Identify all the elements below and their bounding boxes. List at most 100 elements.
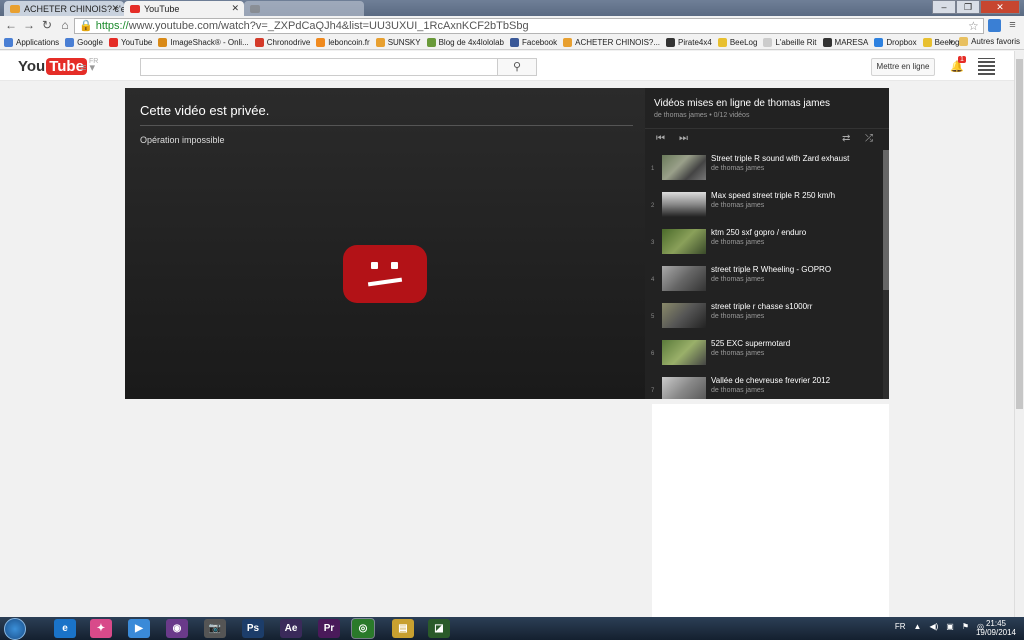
upload-button[interactable]: Mettre en ligne	[871, 58, 935, 76]
windows-taskbar: e ✦ ▶ ◉ 📷 Ps Ae Pr ◎ ▤ ◪ FR ▲ ◀) ▣ ⚑ ◎ 2…	[0, 617, 1024, 640]
bookmark-pirate4x4[interactable]: Pirate4x4	[666, 38, 712, 47]
playlist-scrollbar-thumb[interactable]	[883, 150, 889, 290]
video-title[interactable]: Vallée de chevreuse frevrier 2012	[711, 376, 830, 385]
tab-youtube[interactable]: YouTube ✕	[124, 1, 244, 16]
bookmark-google[interactable]: Google	[65, 38, 103, 47]
playlist-item[interactable]: 5 street triple r chasse s1000rr de thom…	[645, 298, 883, 332]
video-thumbnail[interactable]	[662, 377, 706, 399]
tab-close-icon[interactable]: ✕	[231, 3, 239, 14]
video-title[interactable]: street triple R Wheeling - GOPRO	[711, 265, 831, 274]
start-button[interactable]	[4, 618, 26, 640]
bookmark-imageshack[interactable]: ImageShack® - Onli...	[158, 38, 249, 47]
playlist-scrollbar[interactable]	[883, 150, 889, 399]
video-title[interactable]: Street triple R sound with Zard exhaust	[711, 154, 849, 163]
bookmark-youtube[interactable]: YouTube	[108, 38, 152, 47]
file-explorer-icon[interactable]: ▤	[392, 619, 414, 638]
private-video-title: Cette vidéo est privée.	[140, 103, 270, 118]
video-thumbnail[interactable]	[662, 155, 706, 180]
bookmark-chronodrive[interactable]: Chronodrive	[254, 38, 310, 47]
bookmark-blog-4x4[interactable]: Blog de 4x4lololab	[426, 38, 504, 47]
video-thumbnail[interactable]	[662, 303, 706, 328]
other-bookmarks-folder[interactable]: Autres favoris	[959, 37, 1020, 46]
page-scrollbar[interactable]	[1014, 51, 1024, 617]
bookmark-leboncoin[interactable]: leboncoin.fr	[316, 38, 370, 47]
shuffle-icon[interactable]: ⤮	[865, 133, 873, 144]
item-index: 6	[651, 351, 655, 357]
tray-expand-icon[interactable]: ▲	[914, 622, 922, 631]
video-title[interactable]: 525 EXC supermotard	[711, 339, 790, 348]
minimize-button[interactable]: –	[932, 0, 956, 14]
video-player[interactable]: Cette vidéo est privée. Opération imposs…	[125, 88, 645, 399]
bookmark-abeille-rit[interactable]: L'abeille Rit	[763, 38, 817, 47]
bookmark-acheter-chinois[interactable]: ACHETER CHINOIS?...	[563, 38, 660, 47]
media-center-icon[interactable]: ◉	[166, 619, 188, 638]
internet-explorer-icon[interactable]: e	[54, 619, 76, 638]
qr-code-icon[interactable]	[978, 58, 995, 75]
maximize-button[interactable]: ❐	[956, 0, 980, 14]
camera-app-icon[interactable]: 📷	[204, 619, 226, 638]
playlist-item[interactable]: 6 525 EXC supermotard de thomas james	[645, 335, 883, 369]
playlist-item[interactable]: 2 Max speed street triple R 250 km/h de …	[645, 187, 883, 221]
item-index: 3	[651, 240, 655, 246]
mouth	[367, 277, 403, 287]
video-title[interactable]: street triple r chasse s1000rr	[711, 302, 812, 311]
bookmark-facebook[interactable]: Facebook	[509, 38, 557, 47]
media-player-icon[interactable]: ▶	[128, 619, 150, 638]
nvidia-icon[interactable]: ◪	[428, 619, 450, 638]
bookmark-applications[interactable]: Applications	[4, 38, 59, 47]
address-bar[interactable]: 🔒 https://www.youtube.com/watch?v=_ZXPdCa…	[74, 18, 984, 34]
playlist-item[interactable]: 1 Street triple R sound with Zard exhaus…	[645, 150, 883, 184]
clock[interactable]: 21:45 19/09/2014	[976, 619, 1016, 637]
guide-menu-icon[interactable]: ≡ ▾	[80, 61, 95, 74]
after-effects-icon[interactable]: Ae	[280, 619, 302, 638]
video-thumbnail[interactable]	[662, 192, 706, 217]
close-window-button[interactable]: ✕	[980, 0, 1020, 14]
home-icon[interactable]: ⌂	[58, 18, 72, 32]
menu-icon[interactable]: ≡	[1006, 19, 1019, 32]
search-button[interactable]: ⚲	[497, 58, 537, 76]
dropbox-icon	[874, 38, 884, 47]
video-thumbnail[interactable]	[662, 229, 706, 254]
video-title[interactable]: ktm 250 sxf gopro / enduro	[711, 228, 806, 237]
language-indicator[interactable]: FR	[895, 622, 906, 631]
chrome-icon[interactable]: ◎	[351, 618, 375, 639]
network-icon[interactable]: ▣	[946, 622, 954, 631]
tab-acheter-chinois[interactable]: ACHETER CHINOIS? c'est ✕	[4, 1, 124, 16]
video-title[interactable]: Max speed street triple R 250 km/h	[711, 191, 835, 200]
video-thumbnail[interactable]	[662, 266, 706, 291]
tab-blurred[interactable]	[244, 1, 364, 16]
bookmarks-more-button[interactable]: »	[949, 37, 953, 46]
playlist-item[interactable]: 7 Vallée de chevreuse frevrier 2012 de t…	[645, 372, 883, 399]
bookmark-sunsky[interactable]: SUNSKY	[375, 38, 421, 47]
bookmark-label: Applications	[16, 38, 60, 47]
forward-arrow-icon[interactable]: →	[22, 18, 36, 32]
reload-icon[interactable]: ↻	[40, 18, 54, 32]
back-arrow-icon[interactable]: ←	[4, 18, 18, 32]
imageshack-icon	[158, 38, 168, 47]
pirate-icon	[666, 38, 676, 47]
page-scrollbar-thumb[interactable]	[1016, 59, 1023, 409]
loop-icon[interactable]: ⇄	[842, 133, 850, 144]
playlist-panel: Vidéos mises en ligne de thomas james de…	[645, 88, 889, 399]
tab-close-icon[interactable]: ✕	[111, 3, 119, 14]
previous-icon[interactable]: ⏮	[656, 133, 665, 144]
flag-icon[interactable]: ⚑	[962, 622, 969, 631]
extension-icon[interactable]	[988, 19, 1001, 32]
playlist-subtitle: de thomas james • 0/12 vidéos	[654, 112, 750, 119]
bee-icon	[717, 38, 727, 47]
bookmark-dropbox[interactable]: Dropbox	[874, 38, 917, 47]
bookmark-star-icon[interactable]: ☆	[968, 19, 979, 33]
bookmark-maresa[interactable]: MARESA	[822, 38, 868, 47]
playlist-item[interactable]: 4 street triple R Wheeling - GOPRO de th…	[645, 261, 883, 295]
photoshop-icon[interactable]: Ps	[242, 619, 264, 638]
pinwheel-app-icon[interactable]: ✦	[90, 619, 112, 638]
next-icon[interactable]: ⏭	[679, 133, 688, 144]
playlist-item[interactable]: 3 ktm 250 sxf gopro / enduro de thomas j…	[645, 224, 883, 258]
playlist-controls: ⏮ ⏭ ⇄ ⤮	[645, 128, 889, 148]
bookmark-beelog[interactable]: BeeLog	[717, 38, 757, 47]
playlist-title[interactable]: Vidéos mises en ligne de thomas james	[654, 98, 830, 109]
premiere-icon[interactable]: Pr	[318, 619, 340, 638]
volume-icon[interactable]: ◀)	[929, 622, 938, 631]
video-thumbnail[interactable]	[662, 340, 706, 365]
search-input[interactable]	[140, 58, 498, 76]
